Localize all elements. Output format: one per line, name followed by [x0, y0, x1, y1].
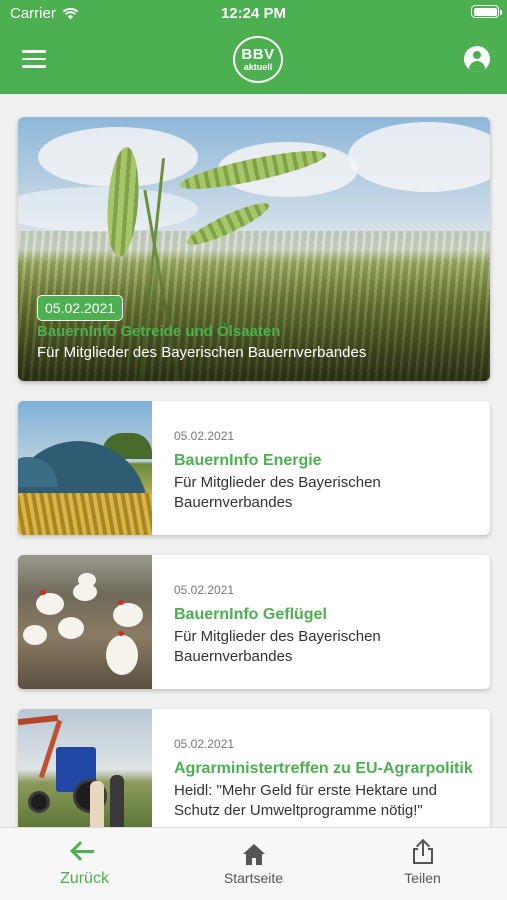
- article-card[interactable]: 05.02.2021 BauernInfo Energie Für Mitgli…: [18, 401, 490, 535]
- home-icon-door: [252, 858, 256, 865]
- article-date: 05.02.2021: [174, 737, 235, 751]
- article-description: Für Mitglieder des Bayerischen Bauernver…: [174, 474, 381, 511]
- status-bar: Carrier 12:24 PM: [0, 0, 507, 28]
- tractor-image: [18, 709, 152, 827]
- chicken: [78, 573, 96, 587]
- tab-back[interactable]: Zurück: [0, 828, 169, 900]
- bottom-tab-bar: Zurück Startseite Teilen: [0, 827, 507, 900]
- app-header: Carrier 12:24 PM BBV aktuell: [0, 0, 507, 94]
- article-title: Agrarministertreffen zu EU-Agrarpolitik: [174, 760, 473, 777]
- chicken: [106, 635, 138, 675]
- tab-home[interactable]: Startseite: [169, 828, 338, 900]
- account-icon-head: [473, 51, 481, 59]
- account-icon[interactable]: [464, 46, 490, 72]
- person: [110, 775, 124, 827]
- front-loader: [18, 714, 59, 726]
- tab-label: Zurück: [60, 870, 109, 887]
- chickens-image: [18, 555, 152, 689]
- chicken-comb: [40, 590, 46, 595]
- chicken: [23, 625, 47, 645]
- corn-field: [18, 493, 152, 535]
- article-card[interactable]: 05.02.2021 BauernInfo Geflügel Für Mitgl…: [18, 555, 490, 689]
- article-title: BauernInfo Geflügel: [174, 606, 327, 623]
- hamburger-line: [22, 57, 46, 60]
- tab-icon-wrap: [0, 840, 169, 870]
- account-icon-body: [469, 61, 485, 72]
- article-date-badge: 05.02.2021: [37, 295, 124, 321]
- chicken: [36, 593, 64, 615]
- news-feed[interactable]: 05.02.2021 BauernInfo Getreide und Ölsaa…: [0, 94, 507, 827]
- image-gradient: [18, 117, 490, 381]
- chicken: [113, 603, 143, 627]
- menu-button[interactable]: [22, 50, 46, 68]
- article-title: BauernInfo Energie: [174, 452, 322, 469]
- article-description: Heidl: "Mehr Geld für erste Hektare und …: [174, 782, 437, 819]
- tab-share[interactable]: Teilen: [338, 828, 507, 900]
- arrow-left-icon: [74, 850, 94, 853]
- battery-icon: [471, 5, 502, 18]
- article-date: 05.02.2021: [174, 583, 235, 597]
- logo-text-main: BBV: [241, 45, 275, 63]
- status-time: 12:24 PM: [220, 5, 287, 22]
- chicken: [58, 617, 84, 639]
- tab-icon-wrap: [338, 838, 507, 870]
- chicken-comb: [118, 631, 124, 636]
- hamburger-line: [22, 65, 46, 68]
- tab-label: Teilen: [404, 870, 441, 886]
- article-description: Für Mitglieder des Bayerischen Bauernver…: [174, 628, 381, 665]
- bbv-logo[interactable]: BBV aktuell: [233, 36, 283, 83]
- hamburger-line: [22, 50, 46, 53]
- chicken-comb: [118, 600, 124, 605]
- article-title: BauernInfo Getreide und Ölsaaten: [37, 323, 281, 340]
- logo-text-sub: aktuell: [243, 61, 273, 72]
- article-card[interactable]: 05.02.2021 Agrarministertreffen zu EU-Ag…: [18, 709, 490, 827]
- article-text: 05.02.2021 BauernInfo Geflügel Für Mitgl…: [174, 583, 478, 667]
- tractor-wheel: [28, 791, 50, 813]
- tab-icon-wrap: [169, 840, 338, 870]
- article-date: 05.02.2021: [174, 429, 235, 443]
- article-subtitle: Für Mitglieder des Bayerischen Bauernver…: [37, 344, 367, 361]
- home-icon-roof: [243, 844, 265, 854]
- person: [90, 781, 104, 827]
- article-text: 05.02.2021 BauernInfo Energie Für Mitgli…: [174, 429, 478, 513]
- share-icon: [412, 838, 434, 866]
- biogas-plant-image: [18, 401, 152, 535]
- home-icon: [243, 844, 265, 866]
- featured-article[interactable]: 05.02.2021 BauernInfo Getreide und Ölsaa…: [18, 117, 490, 381]
- tab-label: Startseite: [223, 870, 284, 886]
- article-text: 05.02.2021 Agrarministertreffen zu EU-Ag…: [174, 737, 478, 821]
